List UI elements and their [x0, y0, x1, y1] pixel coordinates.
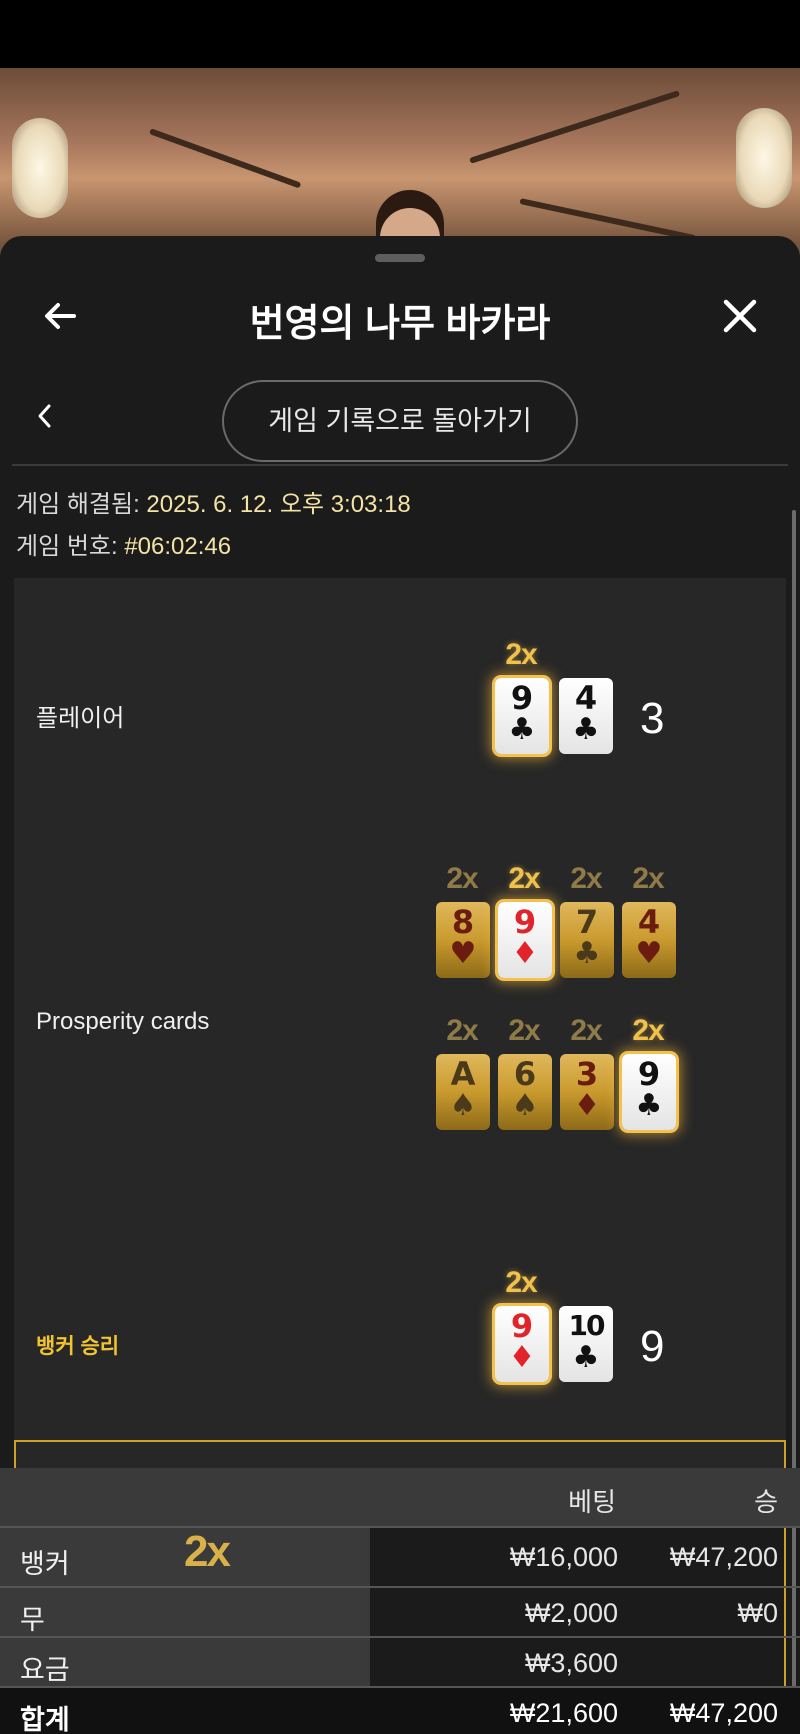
- win-amount: ₩47,200: [669, 1542, 778, 1572]
- divider: [12, 464, 788, 466]
- playing-card: 3 ♦: [560, 1054, 614, 1130]
- win-column-header: 승: [754, 1487, 778, 1517]
- tree-branch: [519, 198, 697, 242]
- multiplier-badge: 2x: [505, 1266, 537, 1299]
- multiplier-badge: 2x: [570, 862, 602, 895]
- playing-card: 9 ♣: [495, 678, 549, 754]
- table-row: 무 ₩2,000 ₩0: [0, 1586, 800, 1636]
- prosperity-label: Prosperity cards: [36, 1008, 210, 1035]
- game-history-panel: 번영의 나무 바카라 게임 기록으로 돌아가기 게임 해결됨: 2025. 6.…: [0, 236, 800, 1734]
- playing-card: 8 ♥: [436, 902, 490, 978]
- resolved-label: 게임 해결됨:: [16, 491, 140, 518]
- history-nav: 게임 기록으로 돌아가기: [0, 372, 800, 462]
- page-title: 번영의 나무 바카라: [249, 303, 551, 345]
- table-row: 뱅커 2x ₩16,000 ₩47,200: [0, 1526, 800, 1586]
- tree-branch: [469, 90, 681, 164]
- playing-card: 9 ♦: [498, 902, 552, 978]
- multiplier-badge: 2x: [508, 862, 540, 895]
- close-icon[interactable]: [720, 296, 760, 336]
- player-label: 플레이어: [36, 705, 125, 732]
- player-score: 3: [640, 694, 665, 743]
- total-win-amount: ₩47,200: [669, 1698, 778, 1728]
- win-amount: ₩0: [737, 1598, 779, 1628]
- multiplier-badge: 2x: [632, 862, 664, 895]
- bet-column-header: 베팅: [568, 1487, 616, 1517]
- bet-amount: ₩16,000: [509, 1542, 618, 1572]
- multiplier-badge: 2x: [632, 1014, 664, 1047]
- game-resolved-info: 게임 해결됨: 2025. 6. 12. 오후 3:03:18: [16, 484, 411, 519]
- tree-branch: [148, 128, 302, 189]
- multiplier-badge: 2x: [446, 1014, 478, 1047]
- panel-header: 번영의 나무 바카라: [0, 276, 800, 356]
- lantern-left: [12, 118, 68, 218]
- bets-table-header: 베팅 승: [0, 1468, 800, 1526]
- total-row: 합계 ₩21,600 ₩47,200: [0, 1686, 800, 1734]
- bet-amount: ₩2,000: [524, 1598, 618, 1628]
- playing-card: 7 ♣: [560, 902, 614, 978]
- bet-label: 요금: [20, 1655, 70, 1685]
- bets-table: 베팅 승 뱅커 2x ₩16,000 ₩47,200 무 ₩2,000 ₩0 요…: [0, 1468, 800, 1734]
- playing-card: 10 ♣: [559, 1306, 613, 1382]
- status-bar: [0, 0, 800, 68]
- multiplier-badge: 2x: [505, 638, 537, 671]
- multiplier-badge: 2x: [184, 1527, 231, 1576]
- multiplier-badge: 2x: [508, 1014, 540, 1047]
- bet-label: 뱅커: [20, 1549, 70, 1579]
- return-to-history-button[interactable]: 게임 기록으로 돌아가기: [222, 380, 578, 462]
- game-number-info: 게임 번호: #06:02:46: [16, 526, 231, 561]
- playing-card: 6 ♠: [498, 1054, 552, 1130]
- bet-amount: ₩3,600: [524, 1648, 618, 1678]
- game-result-area: 플레이어 2x 9 ♣ 4 ♣ 3 Prosperity cards 2x 2x 2…: [14, 578, 786, 1690]
- bet-label: 무: [20, 1605, 45, 1635]
- number-value: #06:02:46: [124, 533, 232, 560]
- total-label: 합계: [20, 1705, 70, 1734]
- banker-win-label: 뱅커 승리: [36, 1335, 120, 1358]
- multiplier-badge: 2x: [570, 1014, 602, 1047]
- multiplier-badge: 2x: [446, 862, 478, 895]
- playing-card: 4 ♣: [559, 678, 613, 754]
- playing-card: 4 ♥: [622, 902, 676, 978]
- banker-score: 9: [640, 1322, 665, 1371]
- resolved-value: 2025. 6. 12. 오후 3:03:18: [146, 491, 411, 518]
- playing-card: 9 ♦: [495, 1306, 549, 1382]
- table-row: 요금 ₩3,600: [0, 1636, 800, 1686]
- number-label: 게임 번호:: [16, 533, 118, 560]
- lantern-right: [736, 108, 792, 208]
- playing-card: 9 ♣: [622, 1054, 676, 1130]
- arrow-left-icon[interactable]: [40, 296, 80, 336]
- playing-card: A ♠: [436, 1054, 490, 1130]
- drag-handle[interactable]: [375, 254, 425, 262]
- total-bet-amount: ₩21,600: [509, 1698, 618, 1728]
- chevron-left-icon[interactable]: [30, 398, 60, 434]
